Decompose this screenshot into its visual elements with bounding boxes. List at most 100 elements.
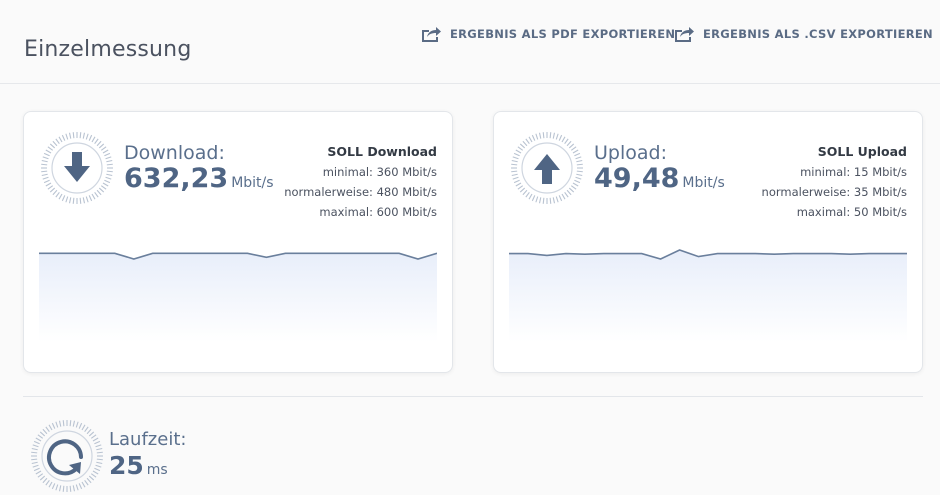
gauge-tick [538, 197, 542, 204]
gauge-tick [512, 156, 519, 160]
gauge-tick [48, 424, 53, 431]
gauge-tick [555, 133, 559, 140]
gauge-tick [575, 176, 582, 180]
gauge-tick [41, 159, 48, 163]
gauge-tick [528, 136, 533, 143]
soll-upload-minimal: minimal: 15 Mbit/s [800, 165, 907, 179]
gauge-tick [91, 136, 96, 143]
gauge-tick [42, 156, 49, 160]
gauge-tick [517, 146, 524, 151]
gauge-tick [528, 193, 533, 200]
gauge-tick [72, 485, 76, 492]
upload-unit: Mbit/s [682, 175, 725, 191]
gauge-tick [104, 152, 111, 157]
gauge-tick [512, 176, 519, 180]
latency-gauge [31, 420, 103, 492]
gauge-tick [41, 173, 48, 177]
gauge-tick [102, 182, 109, 187]
gauge-tick [78, 422, 83, 429]
gauge-tick [94, 191, 99, 198]
export-csv-button[interactable]: ERGEBNIS ALS .CSV EXPORTIEREN [673, 25, 933, 43]
gauge-tick [68, 132, 72, 139]
gauge-tick [96, 451, 103, 454]
gauge-tick [511, 173, 518, 177]
gauge-tick [515, 149, 522, 154]
latency-label: Laufzeit: [109, 429, 187, 450]
gauge-tick [55, 421, 59, 428]
gauge-tick [572, 182, 579, 187]
gauge-tick [49, 187, 56, 193]
latency-unit: ms [146, 462, 168, 478]
gauge-tick [92, 437, 99, 442]
gauge-tick [43, 179, 50, 184]
gauge-tick [88, 134, 93, 141]
gauge-tick [542, 197, 545, 204]
gauge-tick [72, 197, 75, 204]
gauge-tick [84, 426, 89, 433]
gauge-tick [86, 477, 92, 484]
soll-upload-normal: normalerweise: 35 Mbit/s [761, 185, 907, 199]
gauge-tick [90, 473, 97, 478]
gauge-tick [574, 179, 581, 184]
gauge-tick [105, 176, 112, 180]
gauge-tick [531, 134, 536, 141]
upload-soll: SOLL Upload minimal: 15 Mbit/s normalerw… [762, 142, 907, 222]
download-soll: SOLL Download minimal: 360 Mbit/s normal… [284, 142, 437, 222]
gauge-tick [88, 431, 95, 437]
gauge-tick [98, 187, 105, 193]
gauge-tick [535, 196, 539, 203]
gauge-tick [549, 132, 552, 139]
gauge-tick [94, 467, 101, 472]
gauge-tick [91, 193, 96, 200]
gauge-tick [33, 467, 40, 472]
gauge-tick [535, 133, 539, 140]
gauge-tick [100, 185, 107, 190]
gauge-tick [572, 149, 579, 154]
gauge-tick [31, 451, 38, 454]
arrow-down-icon [64, 152, 90, 182]
gauge-tick [538, 132, 542, 139]
upload-value-number: 49,48 [594, 163, 680, 194]
gauge-tick [75, 484, 79, 491]
gauge-tick [570, 185, 577, 190]
gauge-tick [69, 485, 72, 492]
gauge-tick [576, 170, 583, 173]
gauge-tick [62, 420, 65, 427]
gauge-tick [55, 191, 60, 198]
gauge-tick [531, 195, 536, 202]
gauge-tick [100, 146, 107, 151]
soll-download-title: SOLL Download [327, 144, 437, 159]
gauge-tick [58, 485, 62, 492]
gauge-tick [558, 195, 563, 202]
gauge-tick [102, 149, 109, 154]
gauge-tick [522, 140, 528, 147]
gauge-tick [58, 136, 63, 143]
export-csv-label: ERGEBNIS ALS .CSV EXPORTIEREN [703, 27, 933, 41]
gauge-tick [79, 132, 82, 139]
gauge-tick [42, 176, 49, 180]
soll-download-normal: normalerweise: 480 Mbit/s [284, 185, 437, 199]
gauge-tick [47, 185, 54, 190]
gauge-tick [84, 479, 89, 486]
gauge-tick [88, 475, 95, 481]
gauge-tick [564, 138, 569, 145]
gauge-tick [519, 187, 526, 193]
refresh-icon [47, 439, 83, 476]
gauge-tick [37, 473, 44, 478]
export-pdf-button[interactable]: ERGEBNIS ALS PDF EXPORTIEREN [420, 25, 675, 43]
gauge-tick [42, 428, 48, 435]
gauge-tick [55, 484, 59, 491]
gauge-tick [86, 428, 92, 435]
latency-value-number: 25 [109, 451, 144, 480]
download-value: 632,23 Mbit/s [124, 163, 274, 194]
gauge-tick [48, 481, 53, 488]
gauge-tick [37, 434, 44, 439]
gauge-tick [561, 193, 566, 200]
gauge-tick [106, 173, 113, 177]
gauge-tick [41, 163, 48, 166]
gauge-tick [519, 143, 526, 149]
gauge-tick [94, 440, 101, 445]
gauge-tick [568, 187, 575, 193]
gauge-tick [517, 185, 524, 190]
gauge-tick [52, 140, 58, 147]
